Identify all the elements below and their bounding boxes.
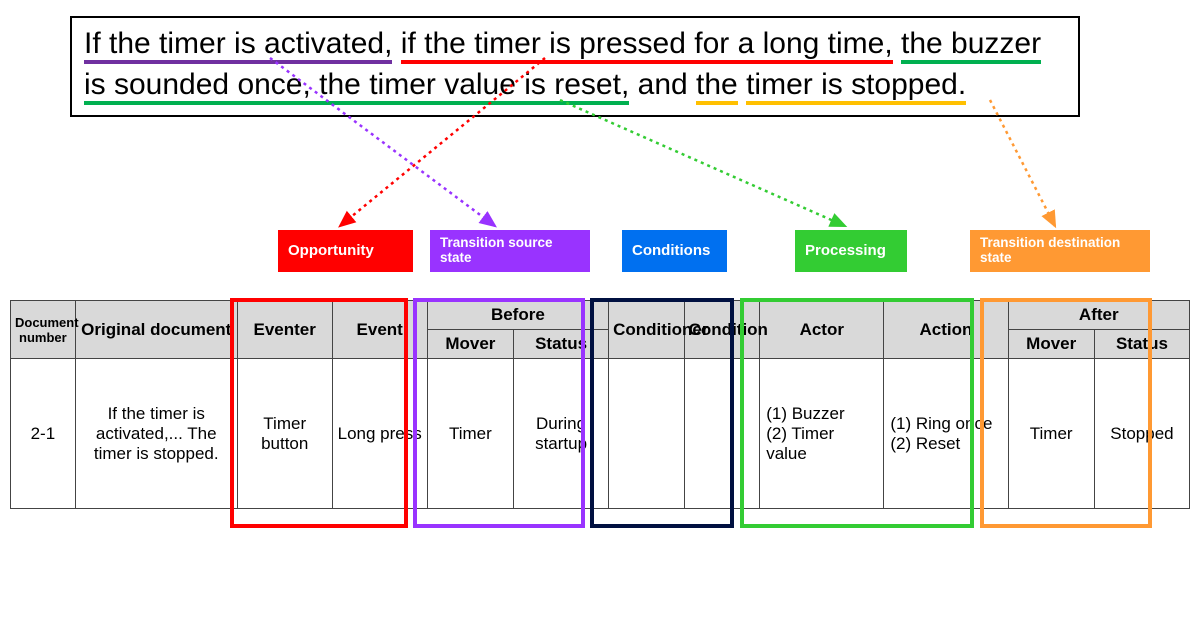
td-after-mover: Timer [1008,359,1094,509]
th-event: Event [332,301,427,359]
th-before-mover: Mover [427,330,513,359]
th-after-status: Status [1094,330,1189,359]
tag-opportunity: Opportunity [278,230,413,272]
sentence-seg-orange1: the [696,68,738,105]
th-condition: Condition [684,301,760,359]
th-eventer: Eventer [237,301,332,359]
arrow-green [560,100,845,226]
tag-transition-destination-state: Transition destination state [970,230,1150,272]
td-before-status: During startup [514,359,609,509]
tag-conditions: Conditions [622,230,727,272]
sentence-seg-plain: and [629,68,696,101]
td-eventer: Timer button [237,359,332,509]
arrow-orange [990,100,1055,226]
td-before-mover: Timer [427,359,513,509]
th-action: Action [884,301,1008,359]
th-after-mover: Mover [1008,330,1094,359]
td-action: (1) Ring once (2) Reset [884,359,1008,509]
table-row: 2-1 If the timer is activated,... The ti… [11,359,1190,509]
th-doc-no: Document number [11,301,76,359]
td-event: Long press [332,359,427,509]
td-doc-no: 2-1 [11,359,76,509]
td-conditioner [609,359,685,509]
th-after: After [1008,301,1189,330]
th-orig: Original document [75,301,237,359]
tag-transition-source-state: Transition source state [430,230,590,272]
th-before-status: Status [514,330,609,359]
sentence-box: If the timer is activated, if the timer … [70,16,1080,117]
state-table: Document number Original document Evente… [10,300,1190,509]
td-after-status: Stopped [1094,359,1189,509]
sentence-seg-orange2: timer is stopped. [746,68,966,105]
tag-row: Opportunity Transition source state Cond… [0,230,1200,280]
th-conditioner: Conditioner [609,301,685,359]
sentence-seg-red: if the timer is pressed for a long time, [401,27,893,64]
td-orig: If the timer is activated,... The timer … [75,359,237,509]
tag-processing: Processing [795,230,907,272]
th-actor: Actor [760,301,884,359]
th-before: Before [427,301,608,330]
td-actor: (1) Buzzer (2) Timer value [760,359,884,509]
sentence-seg-purple: If the timer is activated, [84,27,392,64]
table-wrap: Document number Original document Evente… [10,300,1190,509]
td-condition [684,359,760,509]
